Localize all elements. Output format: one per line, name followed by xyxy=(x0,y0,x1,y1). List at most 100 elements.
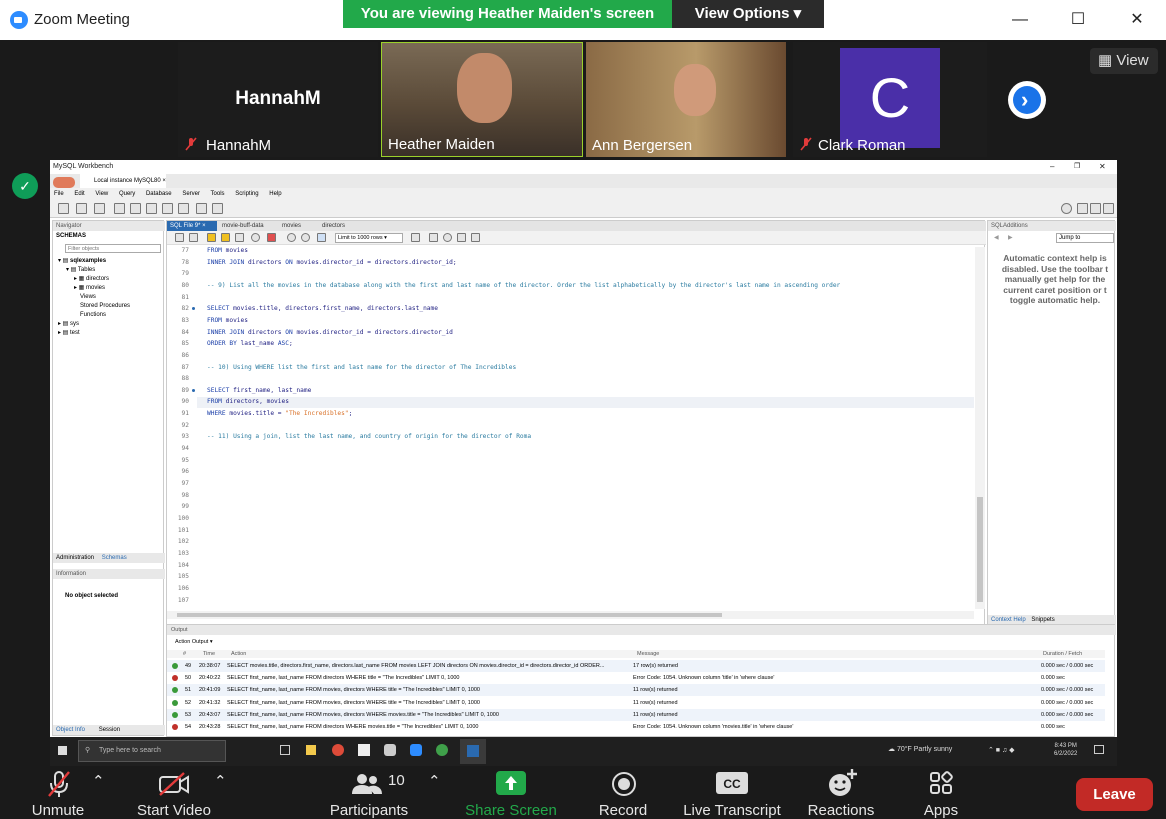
stop-icon[interactable] xyxy=(251,233,260,242)
mysql-workbench-taskbar-icon[interactable] xyxy=(460,739,486,764)
participant-tile-active[interactable]: Heather Maiden xyxy=(381,42,583,157)
next-page-button[interactable]: › xyxy=(1008,81,1046,119)
limit-rows-select[interactable]: Limit to 1000 rows ▾ xyxy=(335,233,403,243)
tree-item-stored-procedures[interactable]: Stored Procedures xyxy=(58,302,130,311)
wb-minimize-icon[interactable]: – xyxy=(1050,162,1054,171)
save-icon[interactable] xyxy=(189,233,198,242)
inspector-icon[interactable] xyxy=(94,203,105,214)
output-row[interactable]: 54 20:43:28 SELECT first_name, last_name F… xyxy=(167,721,1105,733)
zoom-app-icon[interactable] xyxy=(410,744,422,756)
menu-tools[interactable]: Tools xyxy=(211,191,225,197)
live-transcript-button[interactable]: CC Live Transcript xyxy=(676,766,788,819)
open-sql-icon[interactable] xyxy=(76,203,87,214)
execute-statement-icon[interactable] xyxy=(221,233,230,242)
settings-icon[interactable] xyxy=(1061,203,1072,214)
menu-help[interactable]: Help xyxy=(269,191,281,197)
wb-restore-icon[interactable]: ❐ xyxy=(1074,162,1080,170)
tab-administration[interactable]: Administration xyxy=(56,555,94,561)
file-explorer-icon[interactable] xyxy=(306,745,316,755)
chrome-icon[interactable] xyxy=(332,744,344,756)
record-button[interactable]: Record xyxy=(590,766,656,819)
unmute-button[interactable]: Unmute xyxy=(22,766,94,819)
tree-item-functions[interactable]: Functions xyxy=(58,311,130,320)
leave-button[interactable]: Leave xyxy=(1076,778,1153,811)
editor-tab[interactable]: movie-buff-data xyxy=(219,221,267,231)
tab-close-icon[interactable]: × xyxy=(162,178,166,184)
find-icon[interactable] xyxy=(443,233,452,242)
layout-left-icon[interactable] xyxy=(1077,203,1088,214)
output-row[interactable]: 50 20:40:22 SELECT first_name, last_name F… xyxy=(167,672,1105,685)
participant-tile[interactable]: C Clark Roman xyxy=(793,42,987,157)
editor-horizontal-scrollbar[interactable] xyxy=(167,611,974,619)
create-view-icon[interactable] xyxy=(146,203,157,214)
editor-tab[interactable]: directors xyxy=(319,221,348,231)
layout-right-icon[interactable] xyxy=(1103,203,1114,214)
search-table-icon[interactable] xyxy=(196,203,207,214)
invisible-chars-icon[interactable] xyxy=(457,233,466,242)
menu-query[interactable]: Query xyxy=(119,191,135,197)
output-row[interactable]: 52 20:41:32 SELECT first_name, last_name F… xyxy=(167,696,1105,709)
participant-tile[interactable]: HannahM HannahM xyxy=(178,42,378,157)
editor-tab-active[interactable]: SQL File 9* × xyxy=(167,221,217,231)
create-function-icon[interactable] xyxy=(178,203,189,214)
output-row[interactable]: 51 20:41:09 SELECT first_name, last_name F… xyxy=(167,684,1105,697)
layout-bottom-icon[interactable] xyxy=(1090,203,1101,214)
audio-options-caret[interactable]: ⌃ xyxy=(92,766,106,815)
tree-item-views[interactable]: Views xyxy=(58,293,130,302)
toggle-continue-icon[interactable] xyxy=(267,233,276,242)
scroll-thumb[interactable] xyxy=(977,497,983,602)
commit-icon[interactable] xyxy=(287,233,296,242)
explain-icon[interactable] xyxy=(235,233,244,242)
view-options-button[interactable]: View Options ▾ xyxy=(672,0,824,28)
app-icon[interactable] xyxy=(436,744,448,756)
tree-item-tables[interactable]: ▾ ▤ Tables xyxy=(58,266,130,275)
tab-object-info[interactable]: Object Info xyxy=(56,727,85,733)
scroll-thumb[interactable] xyxy=(177,613,722,617)
tree-item-sqlexamples[interactable]: ▾ ▤ sqlexamples xyxy=(58,257,130,266)
back-icon[interactable]: ◀ xyxy=(994,234,999,241)
windows-start-icon[interactable] xyxy=(58,746,67,755)
participants-button[interactable]: 10 Participants xyxy=(322,766,416,819)
tab-context-help[interactable]: Context Help xyxy=(991,617,1026,623)
word-wrap-icon[interactable] xyxy=(471,233,480,242)
editor-tab[interactable]: movies xyxy=(279,221,304,231)
reactions-button[interactable]: Reactions xyxy=(804,766,878,819)
forward-icon[interactable]: ▶ xyxy=(1008,234,1013,241)
share-screen-button[interactable]: Share Screen xyxy=(462,766,560,819)
tab-session[interactable]: Session xyxy=(99,727,120,733)
tree-item-test[interactable]: ▸ ▤ test xyxy=(58,329,130,338)
output-row[interactable]: 49 20:38:07 SELECT movies.title, directors… xyxy=(167,660,1105,672)
create-table-icon[interactable] xyxy=(130,203,141,214)
maximize-icon[interactable]: ☐ xyxy=(1058,6,1098,34)
view-button[interactable]: ▦ View xyxy=(1090,48,1158,74)
participants-options-caret[interactable]: ⌃ xyxy=(428,766,442,815)
minimize-icon[interactable]: — xyxy=(1000,6,1040,34)
participant-tile[interactable]: Ann Bergersen xyxy=(586,42,786,157)
rollback-icon[interactable] xyxy=(301,233,310,242)
filter-objects-input[interactable] xyxy=(65,244,161,253)
open-file-icon[interactable] xyxy=(175,233,184,242)
reconnect-icon[interactable] xyxy=(212,203,223,214)
video-options-caret[interactable]: ⌃ xyxy=(214,766,228,815)
tree-item-directors[interactable]: ▸ ▦ directors xyxy=(58,275,130,284)
taskbar-search-box[interactable]: ⚲ Type here to search xyxy=(78,740,226,762)
connection-tab[interactable]: Local instance MySQL80 × xyxy=(80,174,166,188)
tree-item-sys[interactable]: ▸ ▤ sys xyxy=(58,320,130,329)
editor-vertical-scrollbar[interactable] xyxy=(975,247,985,609)
app-icon[interactable] xyxy=(384,744,396,756)
tab-schemas[interactable]: Schemas xyxy=(102,555,127,561)
sql-code-editor[interactable]: 77 FROM movies 78 INNER JOIN directors ON m… xyxy=(167,247,974,609)
create-procedure-icon[interactable] xyxy=(162,203,173,214)
add-snippet-icon[interactable] xyxy=(411,233,420,242)
jump-to-select[interactable]: Jump to xyxy=(1056,233,1114,243)
beautify-icon[interactable] xyxy=(429,233,438,242)
weather-widget[interactable]: ☁ 70°F Partly sunny xyxy=(888,745,952,753)
tree-item-movies[interactable]: ▸ ▦ movies xyxy=(58,284,130,293)
apps-button[interactable]: Apps xyxy=(912,766,970,819)
menu-scripting[interactable]: Scripting xyxy=(235,191,258,197)
security-shield-icon[interactable]: ✓ xyxy=(12,173,38,199)
execute-icon[interactable] xyxy=(207,233,216,242)
home-icon[interactable] xyxy=(53,177,75,188)
menu-database[interactable]: Database xyxy=(146,191,172,197)
tab-snippets[interactable]: Snippets xyxy=(1031,617,1054,623)
